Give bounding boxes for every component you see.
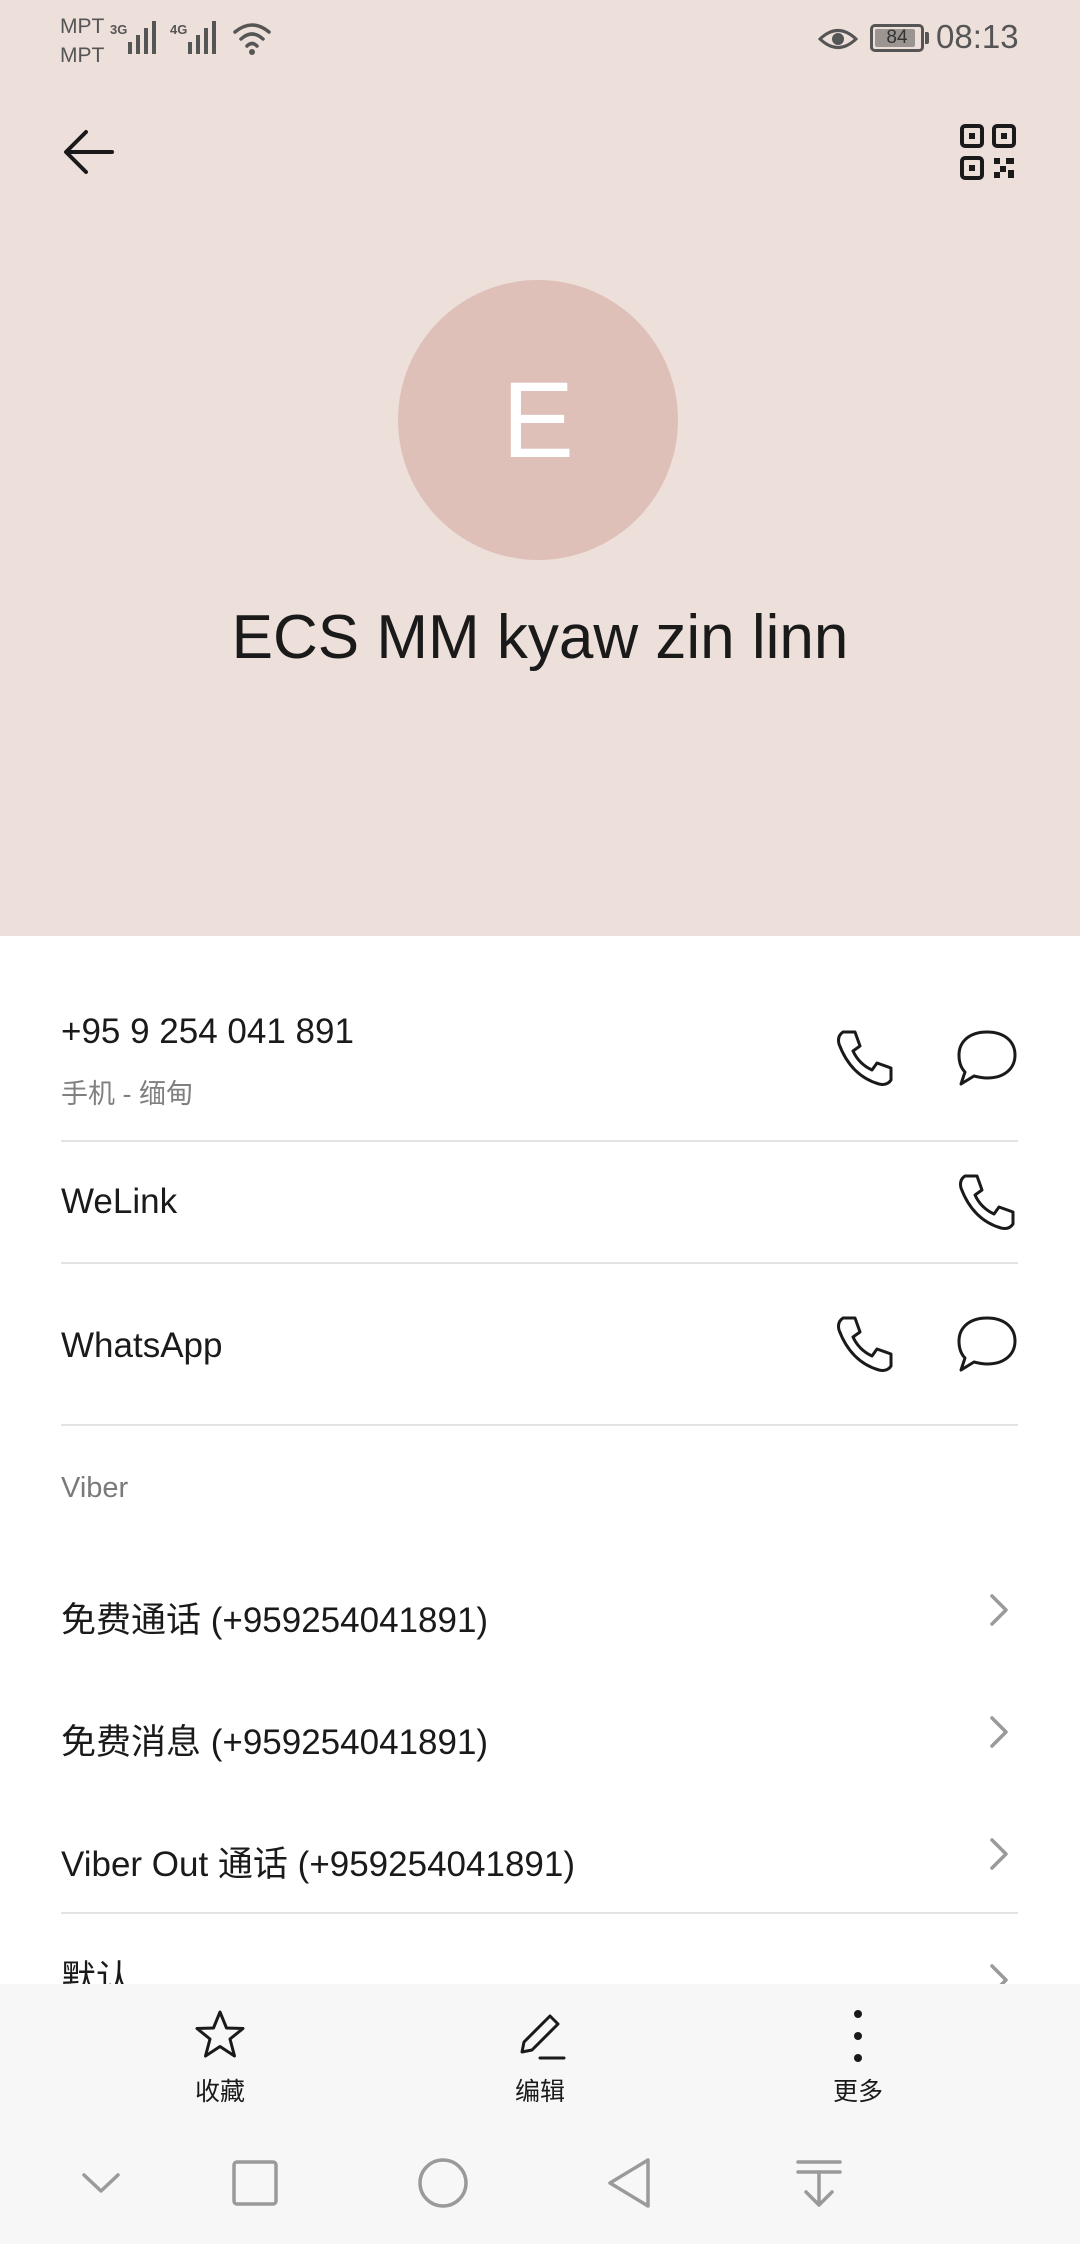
favorite-label: 收藏 — [194, 2078, 245, 2106]
divider — [61, 1140, 1018, 1142]
signal-icon — [188, 21, 216, 54]
contact-name: ECS MM kyaw zin linn — [231, 603, 849, 672]
chevron-right-icon — [990, 1594, 1008, 1626]
network-type-2: 4G — [170, 22, 188, 37]
phone-icon[interactable] — [829, 1022, 901, 1094]
system-nav-bar — [0, 2122, 1080, 2244]
welink-label[interactable]: WeLink — [61, 1182, 177, 1222]
back-arrow-icon[interactable] — [52, 112, 132, 192]
battery-icon: 84 — [870, 24, 924, 52]
viber-out-call[interactable]: Viber Out 通话 (+959254041891) — [61, 1836, 575, 1887]
more-button[interactable]: 更多 — [758, 1984, 958, 2122]
divider — [61, 1262, 1018, 1264]
status-bar: MPT MPT 3G 4G 84 08:13 — [0, 0, 1080, 80]
triangle-back-icon[interactable] — [596, 2148, 666, 2218]
star-icon — [195, 2010, 245, 2058]
viber-free-message[interactable]: 免费消息 (+959254041891) — [61, 1714, 488, 1765]
chevron-right-icon — [990, 1716, 1008, 1748]
battery-tip — [925, 32, 929, 44]
carrier-2: MPT — [60, 44, 105, 67]
carrier-labels: MPT MPT — [60, 12, 104, 70]
more-vertical-icon — [854, 2010, 862, 2062]
avatar[interactable]: E — [398, 280, 678, 560]
phone-icon[interactable] — [829, 1308, 901, 1380]
divider — [61, 1912, 1018, 1914]
whatsapp-label[interactable]: WhatsApp — [61, 1326, 222, 1366]
eye-icon — [818, 29, 858, 49]
phone-number[interactable]: +95 9 254 041 891 — [61, 1012, 354, 1052]
message-icon[interactable] — [951, 1308, 1023, 1380]
divider — [61, 1424, 1018, 1426]
chevron-down-icon[interactable] — [66, 2148, 136, 2218]
phone-label: 手机 - 缅甸 — [61, 1079, 193, 1109]
chevron-right-icon — [990, 1838, 1008, 1870]
square-icon[interactable] — [220, 2148, 290, 2218]
signal-icon — [128, 21, 156, 54]
qr-code-icon[interactable] — [948, 112, 1028, 192]
viber-section-title: Viber — [61, 1472, 129, 1504]
wifi-icon — [233, 23, 271, 55]
edit-label: 编辑 — [514, 2078, 565, 2106]
network-type-1: 3G — [110, 22, 128, 37]
contact-header: MPT MPT 3G 4G 84 08:13 E ECS MM kyaw zin… — [0, 0, 1080, 936]
edit-button[interactable]: 编辑 — [440, 1984, 640, 2122]
battery-percent: 84 — [886, 27, 908, 48]
download-arrow-icon[interactable] — [784, 2148, 854, 2218]
pencil-icon — [520, 2014, 566, 2060]
circle-icon[interactable] — [408, 2148, 478, 2218]
bottom-action-bar: 收藏 编辑 更多 — [0, 1984, 1080, 2122]
more-label: 更多 — [832, 2078, 883, 2106]
message-icon[interactable] — [951, 1022, 1023, 1094]
favorite-button[interactable]: 收藏 — [120, 1984, 320, 2122]
viber-free-call[interactable]: 免费通话 (+959254041891) — [61, 1592, 488, 1643]
phone-icon[interactable] — [951, 1166, 1023, 1238]
status-time: 08:13 — [936, 18, 1019, 55]
carrier-1: MPT — [60, 15, 105, 38]
